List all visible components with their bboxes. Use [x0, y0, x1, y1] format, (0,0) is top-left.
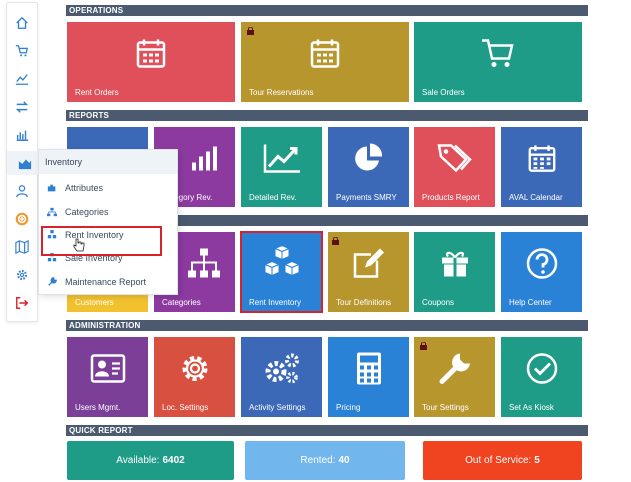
- available-value: 6402: [162, 455, 185, 466]
- tile-coupons[interactable]: Coupons: [414, 232, 495, 312]
- tile-label: Tour Settings: [422, 403, 469, 412]
- sitemap-icon: [187, 247, 221, 284]
- users-icon[interactable]: [7, 179, 37, 203]
- question-icon: [525, 246, 559, 285]
- tile-rent-inventory[interactable]: Rent Inventory: [240, 231, 323, 313]
- rent-inventory-highlight: [41, 226, 162, 256]
- gears-icon: [263, 351, 301, 390]
- tile-label: Products Report: [422, 193, 480, 202]
- tile-label: Pricing: [336, 403, 361, 412]
- tile-label: Loc. Settings: [162, 403, 209, 412]
- tile-products-report[interactable]: Products Report: [414, 127, 495, 207]
- tile-label: Users Mgmt.: [75, 403, 121, 412]
- tile-tour-reservations[interactable]: Tour Reservations: [241, 22, 409, 102]
- available-stat[interactable]: Available: 6402: [67, 441, 234, 480]
- menu-item-maintenance-report[interactable]: Maintenance Report: [47, 274, 146, 290]
- sidebar: [6, 2, 43, 322]
- rented-stat[interactable]: Rented: 40: [245, 441, 405, 480]
- tile-label: Categories: [162, 298, 201, 307]
- wrench-icon: [438, 351, 472, 390]
- tile-pricing[interactable]: Pricing: [328, 337, 409, 417]
- section-administration: ADMINISTRATION: [66, 320, 588, 331]
- inventory-flyout-menu: Inventory Attributes Categories Rent Inv…: [38, 149, 178, 295]
- lock-icon: [420, 337, 427, 355]
- tile-set-as-kiosk[interactable]: Set As Kiosk: [501, 337, 582, 417]
- cart-icon[interactable]: [7, 39, 37, 63]
- tile-sale-orders[interactable]: Sale Orders: [414, 22, 582, 102]
- tile-label: tegory Rev.: [172, 193, 213, 202]
- tile-label: Payments SMRY: [336, 193, 397, 202]
- out-of-service-value: 5: [534, 455, 540, 466]
- out-of-service-stat[interactable]: Out of Service: 5: [423, 441, 582, 480]
- tile-rent-orders[interactable]: Rent Orders: [67, 22, 235, 102]
- exchange-icon[interactable]: [7, 95, 37, 119]
- map-icon[interactable]: [7, 235, 37, 259]
- section-operations: OPERATIONS: [66, 5, 588, 16]
- edit-icon: [352, 247, 386, 284]
- out-of-service-label: Out of Service:: [465, 455, 532, 466]
- tile-payments-smry[interactable]: Payments SMRY: [328, 127, 409, 207]
- tile-label: Detailed Rev.: [249, 193, 297, 202]
- tile-label: Customers: [75, 298, 114, 307]
- logout-icon[interactable]: [7, 291, 37, 315]
- tile-detailed-rev[interactable]: Detailed Rev.: [241, 127, 322, 207]
- gear-icon[interactable]: [7, 263, 37, 287]
- rented-value: 40: [338, 455, 350, 466]
- tile-tour-definitions[interactable]: Tour Definitions: [328, 232, 409, 312]
- tile-label: Sale Orders: [422, 88, 465, 97]
- tile-users-mgmt[interactable]: Users Mgmt.: [67, 337, 148, 417]
- tile-help-center[interactable]: Help Center: [501, 232, 582, 312]
- cubes-icon: [262, 244, 302, 285]
- sitemap-icon: [47, 207, 57, 217]
- flyout-title: Inventory: [39, 150, 177, 174]
- calendar-icon: [134, 36, 168, 75]
- tile-tour-settings[interactable]: Tour Settings: [414, 337, 495, 417]
- menu-item-label: Categories: [65, 207, 109, 217]
- trend-chart-icon: [262, 142, 302, 179]
- tile-label: Set As Kiosk: [509, 403, 554, 412]
- lifebuoy-icon[interactable]: [7, 207, 37, 231]
- menu-item-label: Attributes: [65, 183, 104, 193]
- section-reports: REPORTS: [66, 110, 588, 121]
- check-circle-icon: [525, 351, 559, 390]
- rented-label: Rented:: [300, 455, 336, 466]
- tile-label: Rent Orders: [75, 88, 119, 97]
- trend-chart-icon[interactable]: [7, 67, 37, 91]
- tile-label: Tour Definitions: [336, 298, 392, 307]
- cart-icon: [480, 36, 516, 75]
- gift-icon: [440, 248, 470, 283]
- tags-icon: [437, 142, 473, 179]
- gear-icon: [178, 351, 212, 390]
- wrench-icon: [48, 277, 57, 286]
- menu-item-categories[interactable]: Categories: [47, 204, 109, 220]
- bar-chart-icon[interactable]: [7, 123, 37, 147]
- menu-item-attributes[interactable]: Attributes: [47, 180, 103, 196]
- hand-cursor-icon: [73, 238, 85, 257]
- tile-label: Activity Settings: [249, 403, 306, 412]
- section-quick-report: QUICK REPORT: [66, 425, 588, 436]
- lock-icon: [332, 232, 339, 250]
- home-icon[interactable]: [7, 11, 37, 35]
- tile-loc-settings[interactable]: Loc. Settings: [154, 337, 235, 417]
- tile-label: AVAL Calendar: [509, 193, 563, 202]
- lock-icon: [247, 22, 254, 40]
- pie-chart-icon: [353, 142, 385, 179]
- bar-chart-icon: [189, 144, 219, 177]
- calendar-icon: [526, 142, 558, 179]
- calendar-icon: [308, 36, 342, 75]
- available-label: Available:: [116, 455, 160, 466]
- tile-label: Tour Reservations: [249, 88, 314, 97]
- puzzle-icon: [47, 184, 56, 192]
- tile-label: Help Center: [509, 298, 552, 307]
- menu-item-label: Maintenance Report: [65, 277, 147, 287]
- tile-aval-calendar[interactable]: AVAL Calendar: [501, 127, 582, 207]
- tile-label: Rent Inventory: [249, 298, 302, 307]
- calculator-icon: [355, 351, 383, 390]
- id-card-icon: [90, 353, 126, 388]
- tile-label: Coupons: [422, 298, 455, 307]
- tile-activity-settings[interactable]: Activity Settings: [241, 337, 322, 417]
